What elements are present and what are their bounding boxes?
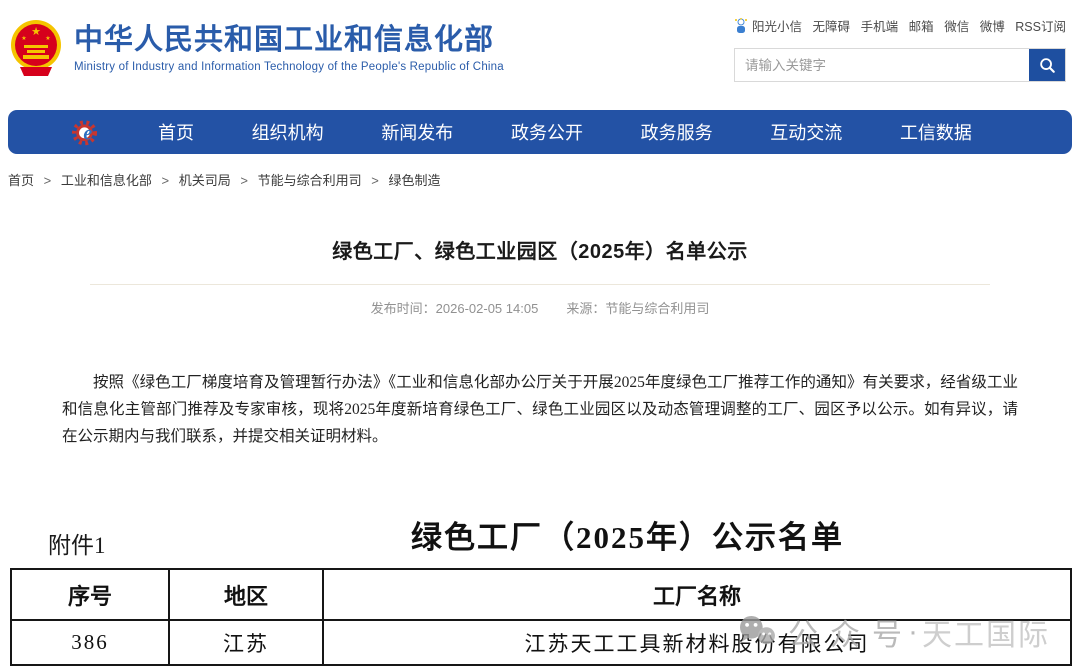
nav-item-data[interactable]: 工信数据 <box>900 119 972 145</box>
source-label: 来源： <box>566 301 605 316</box>
attachment-title: 绿色工厂（2025年）公示名单 <box>175 512 1080 557</box>
breadcrumb-separator: > <box>44 173 52 188</box>
nav-item-organization[interactable]: 组织机构 <box>252 119 324 145</box>
publish-time-label: 发布时间： <box>371 301 436 316</box>
col-header-region: 地区 <box>169 569 323 620</box>
title-divider <box>90 284 990 285</box>
table-header-row: 序号 地区 工厂名称 <box>11 569 1071 620</box>
cell-number: 386 <box>11 620 169 665</box>
quick-link-sunshine[interactable]: 阳光小信 <box>734 16 802 35</box>
quick-link-mail[interactable]: 邮箱 <box>909 16 934 35</box>
cell-factory-name: 江苏天工工具新材料股份有限公司 <box>323 620 1071 665</box>
nav-item-home[interactable]: 首页 <box>158 119 194 145</box>
svg-text:★: ★ <box>21 35 26 42</box>
quick-link-mobile[interactable]: 手机端 <box>861 16 899 35</box>
publish-info: 发布时间：2026-02-05 14:05 来源：节能与综合利用司 <box>0 298 1080 317</box>
breadcrumb-green-manufacturing[interactable]: 绿色制造 <box>388 173 440 188</box>
attachment-label: 附件1 <box>48 526 106 560</box>
nav-item-interaction[interactable]: 互动交流 <box>770 119 842 145</box>
search-icon <box>1038 56 1056 74</box>
national-emblem-icon: ★ ★ ★ <box>10 18 62 78</box>
search-bar <box>734 48 1066 82</box>
cell-region: 江苏 <box>169 620 323 665</box>
header-right: 阳光小信 无障碍 手机端 邮箱 微信 微博 RSS订阅 <box>734 16 1066 82</box>
table-row: 386 江苏 江苏天工工具新材料股份有限公司 <box>11 620 1071 665</box>
attachment-heading-row: 附件1 绿色工厂（2025年）公示名单 <box>0 510 1080 568</box>
nav-items: 首页 组织机构 新闻发布 政务公开 政务服务 互动交流 工信数据 <box>158 119 972 145</box>
svg-text:e: e <box>83 123 92 145</box>
svg-text:★: ★ <box>31 26 41 38</box>
site-title-block: 中华人民共和国工业和信息化部 Ministry of Industry and … <box>74 23 504 73</box>
col-header-number: 序号 <box>11 569 169 620</box>
svg-text:★: ★ <box>45 35 50 42</box>
nav-item-news[interactable]: 新闻发布 <box>381 119 453 145</box>
breadcrumb-separator: > <box>371 173 379 188</box>
quick-link-rss[interactable]: RSS订阅 <box>1015 16 1066 35</box>
main-nav: e 首页 组织机构 新闻发布 政务公开 政务服务 互动交流 工信数据 <box>8 110 1072 154</box>
breadcrumb-energy-dept[interactable]: 节能与综合利用司 <box>258 173 362 188</box>
search-button[interactable] <box>1029 49 1065 81</box>
site-logo[interactable]: ★ ★ ★ 中华人民共和国工业和信息化部 Ministry of Industr… <box>10 18 504 78</box>
breadcrumb-separator: > <box>162 173 170 188</box>
miit-gear-icon: e <box>72 117 102 147</box>
page-title: 绿色工厂、绿色工业园区（2025年）名单公示 <box>0 235 1080 264</box>
quick-link-accessibility[interactable]: 无障碍 <box>813 16 851 35</box>
quick-links: 阳光小信 无障碍 手机端 邮箱 微信 微博 RSS订阅 <box>734 16 1066 35</box>
col-header-factory-name: 工厂名称 <box>323 569 1071 620</box>
factory-table: 序号 地区 工厂名称 386 江苏 江苏天工工具新材料股份有限公司 <box>10 568 1072 666</box>
search-input[interactable] <box>735 49 1029 81</box>
source: 节能与综合利用司 <box>605 301 709 316</box>
site-title: 中华人民共和国工业和信息化部 <box>74 23 504 57</box>
quick-link-weibo[interactable]: 微博 <box>980 16 1005 35</box>
quick-link-wechat[interactable]: 微信 <box>944 16 969 35</box>
breadcrumb-home[interactable]: 首页 <box>8 173 34 188</box>
publish-time: 2026-02-05 14:05 <box>436 301 539 316</box>
site-subtitle: Ministry of Industry and Information Tec… <box>74 61 504 73</box>
article-body: 按照《绿色工厂梯度培育及管理暂行办法》《工业和信息化部办公厅关于开展2025年度… <box>62 369 1018 450</box>
breadcrumb-departments[interactable]: 机关司局 <box>179 173 231 188</box>
breadcrumb-separator: > <box>240 173 248 188</box>
breadcrumb-miit[interactable]: 工业和信息化部 <box>61 173 152 188</box>
nav-item-gov-services[interactable]: 政务服务 <box>641 119 713 145</box>
nav-item-gov-disclosure[interactable]: 政务公开 <box>511 119 583 145</box>
breadcrumb: 首页 > 工业和信息化部 > 机关司局 > 节能与综合利用司 > 绿色制造 <box>8 170 1080 189</box>
mascot-icon <box>734 18 748 34</box>
site-header: ★ ★ ★ 中华人民共和国工业和信息化部 Ministry of Industr… <box>0 0 1080 100</box>
